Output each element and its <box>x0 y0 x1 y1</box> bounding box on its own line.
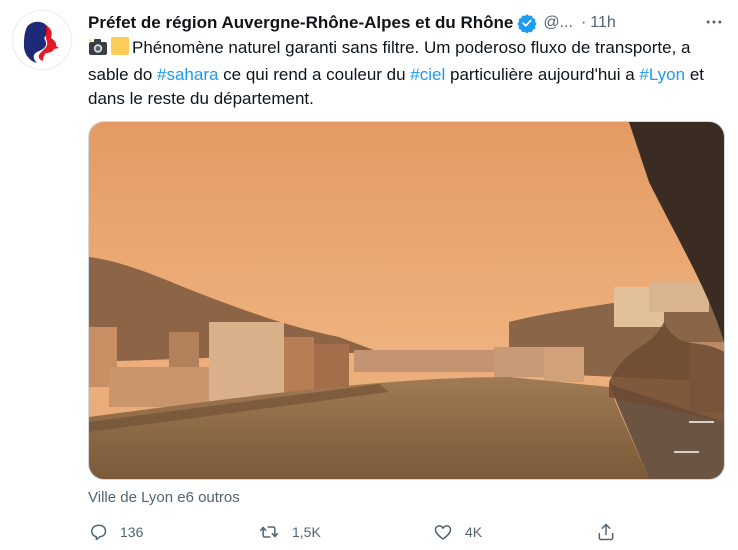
tweet-media-photo[interactable] <box>88 121 725 480</box>
like-button[interactable]: 4K <box>433 522 482 542</box>
retweet-icon <box>259 526 279 538</box>
reply-count: 136 <box>120 524 144 540</box>
retweet-button[interactable]: 1,5K <box>258 522 321 542</box>
tweet-actions: 136 1,5K 4K <box>88 522 628 548</box>
tagged-accounts[interactable]: Ville de Lyon e6 outros <box>88 489 240 506</box>
author-name[interactable]: Préfet de région Auvergne-Rhône-Alpes et… <box>88 13 513 33</box>
avatar[interactable] <box>12 10 72 70</box>
tweet-header: Préfet de région Auvergne-Rhône-Alpes et… <box>88 12 724 34</box>
share-icon <box>598 523 614 541</box>
orange-sky-river-city-photo-icon <box>89 122 724 479</box>
share-button[interactable] <box>596 522 616 542</box>
yellow-square-emoji-icon <box>110 36 130 63</box>
tweet-timestamp[interactable]: 11h <box>590 14 616 32</box>
verified-badge-icon <box>517 13 538 33</box>
like-count: 4K <box>465 524 483 540</box>
tweet-text-part-3: particulière aujourd'hui a <box>445 65 640 84</box>
author-handle[interactable]: @... <box>543 14 573 32</box>
tweet-text-part-2: ce qui rend a couleur du <box>218 65 411 84</box>
more-dots-icon <box>706 20 722 24</box>
marianne-logo-icon <box>13 11 71 69</box>
reply-button[interactable]: 136 <box>88 522 143 542</box>
camera-flash-emoji-icon <box>88 38 108 63</box>
tweet-text: Phénomène naturel garanti sans filtre. U… <box>88 36 718 111</box>
hashtag-ciel[interactable]: #ciel <box>410 65 445 84</box>
retweet-count: 1,5K <box>292 524 321 540</box>
hashtag-lyon[interactable]: #Lyon <box>639 65 685 84</box>
heart-icon <box>434 525 452 540</box>
more-options-button[interactable] <box>702 10 726 34</box>
separator-dot: · <box>580 14 587 31</box>
reply-icon <box>91 524 107 541</box>
hashtag-sahara[interactable]: #sahara <box>157 65 218 84</box>
